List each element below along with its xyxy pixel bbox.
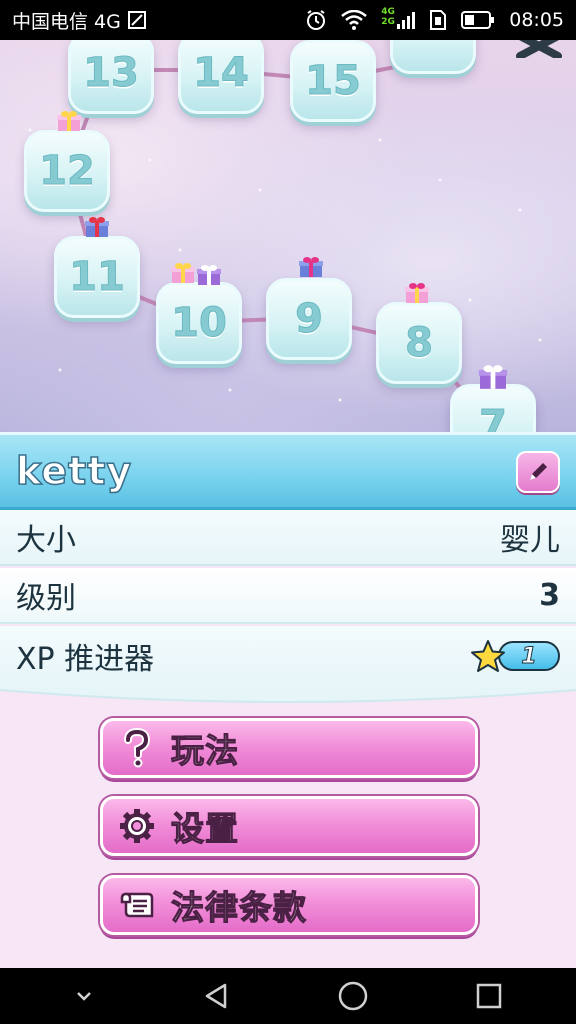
settings-label: 设置	[170, 808, 239, 848]
network-label-2g: 2G	[381, 17, 395, 27]
signal-icon: 4G 2G	[381, 7, 416, 33]
level-number-15: 15	[305, 58, 362, 105]
gift-icon	[85, 217, 109, 237]
pencil-icon	[530, 463, 547, 480]
scroll-icon	[117, 885, 157, 925]
gift-icon	[57, 111, 81, 131]
level-label: 级别	[16, 581, 76, 616]
level-node-15[interactable]: 15	[290, 40, 376, 122]
profile-name-bar: ketty	[0, 432, 576, 510]
close-icon[interactable]	[516, 40, 562, 58]
gift-icon	[478, 365, 508, 389]
gift-icon	[197, 265, 221, 285]
level-map[interactable]: 13 14 15 12 11 10 9 8 7	[0, 40, 576, 440]
level-number-13: 13	[83, 50, 140, 97]
home-icon[interactable]	[337, 980, 369, 1012]
legal-terms-button[interactable]: 法律条款	[100, 875, 478, 935]
system-nav-bar	[0, 968, 576, 1024]
level-node-10[interactable]: 10	[156, 282, 242, 364]
battery-icon	[461, 10, 495, 30]
legal-terms-label: 法律条款	[170, 887, 307, 927]
carrier-text: 中国电信 4G	[12, 10, 121, 33]
level-node-14[interactable]: 14	[178, 40, 264, 114]
network-label-4g: 4G	[381, 7, 395, 17]
status-bar: 中国电信 4G 4G 2G 08:05	[0, 0, 576, 40]
question-icon	[117, 728, 157, 768]
level-node-8[interactable]: 8	[376, 302, 462, 384]
star-icon	[471, 640, 505, 672]
how-to-play-label: 玩法	[170, 730, 239, 770]
level-row: 级别 3	[0, 568, 576, 624]
level-number-11: 11	[69, 254, 126, 301]
level-number-14: 14	[193, 50, 250, 97]
how-to-play-button[interactable]: 玩法	[100, 718, 478, 778]
level-number-10: 10	[171, 300, 228, 347]
wifi-icon	[341, 10, 368, 30]
level-number-9: 9	[295, 296, 324, 343]
level-node-16[interactable]	[390, 40, 476, 74]
level-node-11[interactable]: 11	[54, 236, 140, 318]
size-value: 婴儿	[500, 523, 560, 558]
profile-name: ketty	[15, 448, 133, 494]
gift-icon	[405, 283, 429, 303]
settings-button[interactable]: 设置	[100, 796, 478, 856]
sim-icon	[127, 10, 147, 30]
xp-booster-row: XP 推进器 1	[0, 626, 576, 688]
alarm-icon	[305, 9, 327, 31]
xp-booster-count: 1	[498, 641, 560, 671]
sim-card-icon	[429, 9, 447, 31]
gift-icon	[171, 263, 195, 283]
size-row: 大小 婴儿	[0, 510, 576, 566]
clock-text: 08:05	[509, 9, 564, 31]
level-node-9[interactable]: 9	[266, 278, 352, 360]
panel-wave	[0, 684, 576, 703]
level-number-8: 8	[405, 320, 434, 367]
level-value: 3	[539, 577, 560, 613]
profile-panel: ketty 大小 婴儿 级别 3 XP 推进器 1 玩法 设置 法律条款	[0, 432, 576, 968]
xp-booster-label: XP 推进器	[16, 642, 155, 677]
gear-icon	[117, 806, 157, 846]
edit-name-button[interactable]	[516, 451, 560, 493]
size-label: 大小	[16, 523, 76, 558]
level-number-12: 12	[39, 148, 96, 195]
collapse-chevron-icon[interactable]	[73, 989, 95, 1003]
xp-booster-badge: 1	[470, 639, 560, 673]
level-node-13[interactable]: 13	[68, 40, 154, 114]
level-node-12[interactable]: 12	[24, 130, 110, 212]
back-icon[interactable]	[201, 981, 231, 1011]
recents-icon[interactable]	[475, 982, 503, 1010]
gift-icon	[299, 257, 323, 277]
